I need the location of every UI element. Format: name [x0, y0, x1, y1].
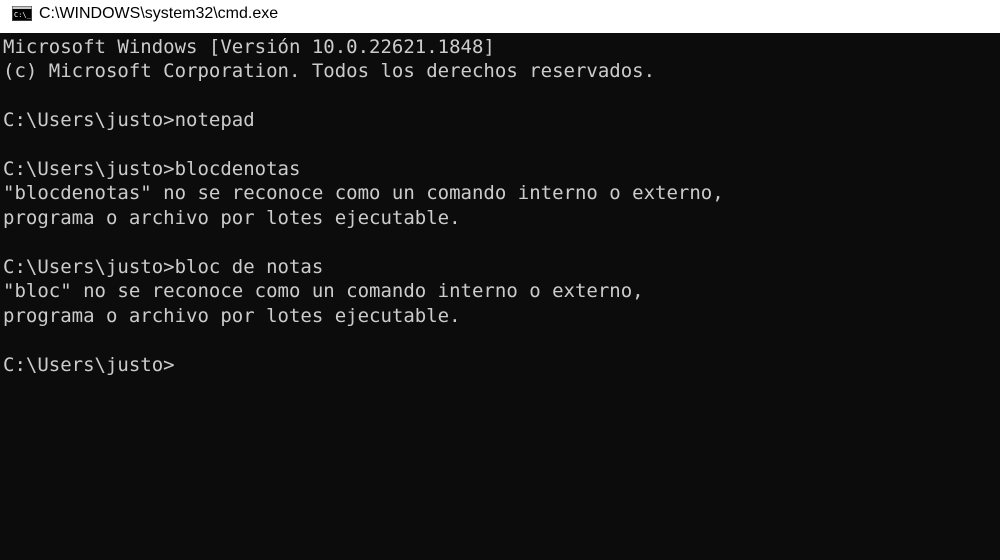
- console-line: Microsoft Windows [Versión 10.0.22621.18…: [3, 36, 495, 58]
- console-line: C:\Users\justo>notepad: [3, 109, 255, 131]
- console-line: "blocdenotas" no se reconoce como un com…: [3, 182, 724, 204]
- console-line: programa o archivo por lotes ejecutable.: [3, 305, 461, 327]
- console-line: (c) Microsoft Corporation. Todos los der…: [3, 60, 656, 82]
- console-output[interactable]: Microsoft Windows [Versión 10.0.22621.18…: [0, 33, 1000, 560]
- console-line: C:\Users\justo>blocdenotas: [3, 158, 301, 180]
- cmd-window: C:\_ C:\WINDOWS\system32\cmd.exe Microso…: [0, 0, 1000, 560]
- svg-text:C:\_: C:\_: [14, 11, 32, 19]
- cmd-icon: C:\_: [12, 6, 32, 21]
- title-bar[interactable]: C:\_ C:\WINDOWS\system32\cmd.exe: [0, 0, 1000, 33]
- console-line: "bloc" no se reconoce como un comando in…: [3, 280, 644, 302]
- console-prompt[interactable]: C:\Users\justo>: [3, 353, 175, 377]
- console-line: programa o archivo por lotes ejecutable.: [3, 207, 461, 229]
- console-line: C:\Users\justo>bloc de notas: [3, 256, 324, 278]
- window-title: C:\WINDOWS\system32\cmd.exe: [39, 5, 279, 22]
